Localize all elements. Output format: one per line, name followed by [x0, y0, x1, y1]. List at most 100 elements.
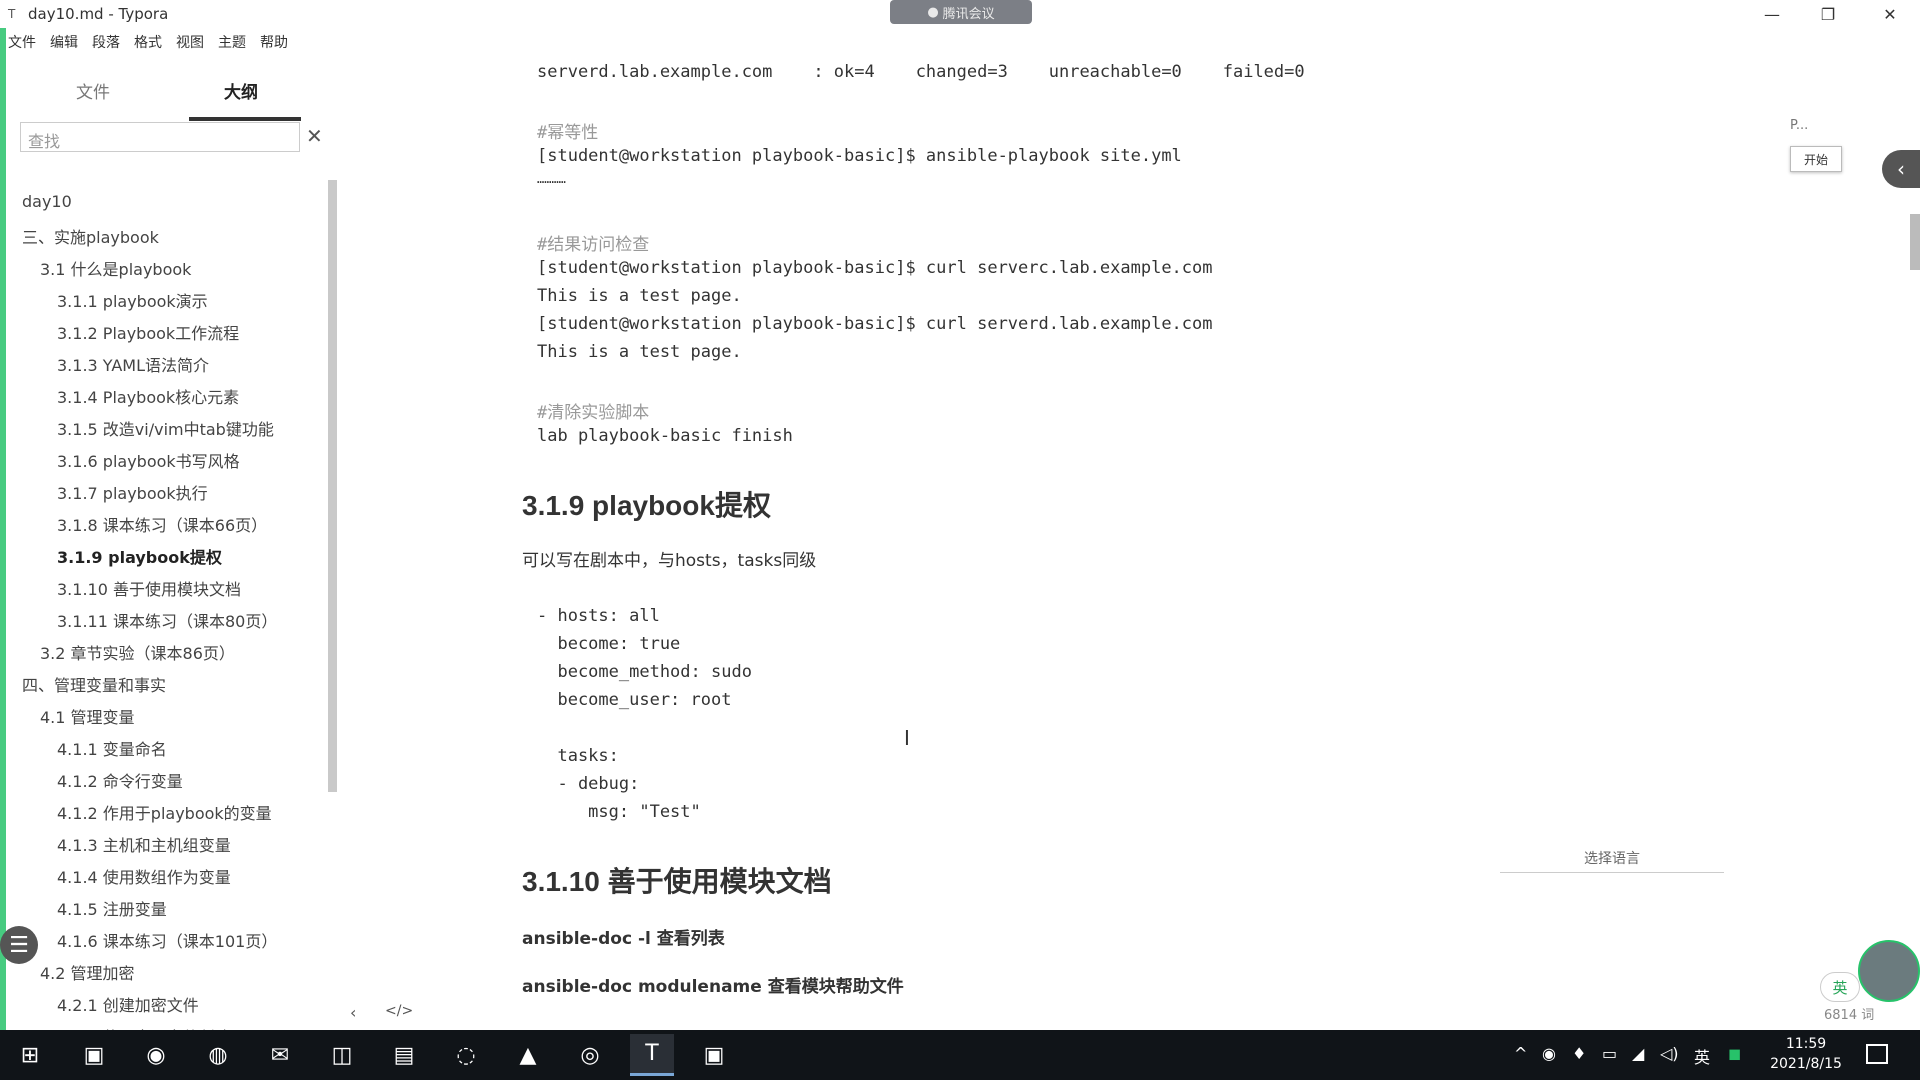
photos-app-icon[interactable]: ▲ — [506, 1034, 550, 1076]
word-count[interactable]: 6814 词 — [1824, 1004, 1874, 1023]
chevron-left-icon[interactable]: ‹ — [1882, 150, 1920, 188]
yaml-line: - debug: — [537, 774, 640, 794]
avatar[interactable] — [1858, 940, 1920, 1002]
outline-item[interactable]: 3.2 章节实验（课本86页） — [40, 640, 235, 664]
app-thumbnail-icon[interactable]: ▣ — [72, 1034, 116, 1076]
outline-item[interactable]: 4.2 管理加密 — [40, 960, 135, 984]
editor-scrollbar[interactable] — [1910, 214, 1920, 270]
outline-item[interactable]: 4.1.2 命令行变量 — [57, 768, 183, 792]
paragraph: ansible-doc modulename 查看模块帮助文件 — [522, 977, 904, 997]
language-divider — [1500, 872, 1724, 873]
code-line: [student@workstation playbook-basic]$ an… — [537, 146, 1182, 166]
menu-view[interactable]: 视图 — [176, 32, 204, 52]
outline-item[interactable]: 3.1.11 课本练习（课本80页） — [57, 608, 277, 632]
minimize-button[interactable]: — — [1744, 0, 1800, 28]
chevron-up-icon[interactable]: ^ — [1514, 1044, 1527, 1063]
volume-icon[interactable]: ◁) — [1660, 1044, 1679, 1063]
outline-item[interactable]: 3.1.4 Playbook核心元素 — [57, 384, 239, 408]
outline-item[interactable]: 3.1.1 playbook演示 — [57, 288, 208, 312]
yaml-line: become_method: sudo — [537, 662, 752, 682]
outline-item[interactable]: 4.1.1 变量命名 — [57, 736, 167, 760]
yaml-line: - hosts: all — [537, 606, 660, 626]
typora-app-icon: T — [8, 7, 16, 21]
menu-theme[interactable]: 主题 — [218, 32, 246, 52]
app-thumbnail-icon[interactable]: ▣ — [692, 1034, 736, 1076]
ime-indicator[interactable]: 英 — [1820, 972, 1860, 1002]
sidebar-scrollbar[interactable] — [328, 180, 337, 792]
code-line: This is a test page. — [537, 342, 742, 362]
tab-files[interactable]: 文件 — [76, 78, 110, 103]
vivaldi-icon[interactable]: ◉ — [134, 1034, 178, 1076]
clock-time: 11:59 — [1785, 1036, 1827, 1052]
active-tab-indicator — [189, 117, 301, 121]
clock[interactable]: 11:59 2021/8/15 — [1764, 1034, 1848, 1074]
code-comment: #结果访问检查 — [537, 235, 650, 255]
window-title: day10.md - Typora — [28, 5, 169, 23]
outline-item[interactable]: 3.1.7 playbook执行 — [57, 480, 208, 504]
typora-taskbar-icon[interactable]: T — [630, 1034, 674, 1076]
menu-paragraph[interactable]: 段落 — [92, 32, 120, 52]
paragraph: ansible-doc -l 查看列表 — [522, 929, 725, 949]
app-thumbnail-icon[interactable]: ▤ — [382, 1034, 426, 1076]
outline-item[interactable]: 4.1.3 主机和主机组变量 — [57, 832, 231, 856]
sidebar-toggle-icon[interactable]: ☰ — [0, 926, 38, 964]
outline-item[interactable]: 3.1.5 改造vi/vim中tab键功能 — [57, 416, 274, 440]
meeting-badge[interactable]: ● 腾讯会议 — [890, 0, 1032, 24]
outline-item[interactable]: 3.1.2 Playbook工作流程 — [57, 320, 239, 344]
code-line: [student@workstation playbook-basic]$ cu… — [537, 314, 1213, 334]
tray-app-icon[interactable]: ◉ — [1542, 1044, 1556, 1063]
wechat-icon[interactable]: ✉ — [258, 1034, 302, 1076]
music-app-icon[interactable]: ◎ — [568, 1034, 612, 1076]
outline-item[interactable]: 三、实施playbook — [22, 224, 159, 248]
start-button[interactable]: 开始 — [1790, 146, 1842, 172]
notification-icon[interactable] — [1866, 1044, 1888, 1064]
menu-file[interactable]: 文件 — [8, 32, 36, 52]
outline-item[interactable]: 3.1.8 课本练习（课本66页） — [57, 512, 267, 536]
outline-item[interactable]: 3.1 什么是playbook — [40, 256, 191, 280]
code-comment: #幂等性 — [537, 123, 599, 143]
outline-item[interactable]: 4.1.5 注册变量 — [57, 896, 167, 920]
menu-bar: 文件 编辑 段落 格式 视图 主题 帮助 — [0, 30, 288, 54]
yaml-line: become: true — [537, 634, 681, 654]
outline-item[interactable]: 4.1 管理变量 — [40, 704, 135, 728]
menu-edit[interactable]: 编辑 — [50, 32, 78, 52]
remote-app-icon[interactable]: ◫ — [320, 1034, 364, 1076]
input-language[interactable]: 英 — [1694, 1044, 1710, 1068]
outline-item[interactable]: 4.1.6 课本练习（课本101页） — [57, 928, 277, 952]
microphone-icon[interactable]: ♦ — [1572, 1044, 1586, 1063]
snail-app-icon[interactable]: ◌ — [444, 1034, 488, 1076]
code-line: [student@workstation playbook-basic]$ cu… — [537, 258, 1213, 278]
paragraph: 可以写在剧本中，与hosts，tasks同级 — [522, 551, 817, 571]
floating-panel-label: P... — [1790, 118, 1809, 133]
outline-item[interactable]: day10 — [22, 192, 72, 211]
editor-area[interactable]: serverd.lab.example.com : ok=4 changed=3… — [340, 56, 1900, 1030]
outline-item[interactable]: 4.1.4 使用数组作为变量 — [57, 864, 231, 888]
windows-start-icon[interactable]: ⊞ — [8, 1034, 52, 1076]
code-line: serverd.lab.example.com : ok=4 changed=3… — [537, 62, 1305, 82]
text-cursor-icon: I — [904, 726, 910, 750]
close-button[interactable]: ✕ — [1862, 0, 1918, 28]
outline-item[interactable]: 4.1.2 作用于playbook的变量 — [57, 800, 272, 824]
battery-icon[interactable]: ▭ — [1602, 1044, 1617, 1063]
network-icon[interactable]: ◢ — [1632, 1044, 1644, 1063]
select-language-label[interactable]: 选择语言 — [1584, 848, 1640, 868]
tray-green-app-icon[interactable]: ◼ — [1728, 1044, 1741, 1063]
outline-item[interactable]: 3.1.10 善于使用模块文档 — [57, 576, 241, 600]
outline-item-active[interactable]: 3.1.9 playbook提权 — [57, 544, 222, 568]
outline-item[interactable]: 4.2.1 创建加密文件 — [57, 992, 199, 1016]
tab-outline[interactable]: 大纲 — [224, 78, 258, 103]
outline-item[interactable]: 四、管理变量和事实 — [22, 672, 166, 696]
meeting-icon: ● — [927, 4, 939, 20]
outline-item[interactable]: 3.1.3 YAML语法简介 — [57, 352, 209, 376]
browser-icon[interactable]: ◍ — [196, 1034, 240, 1076]
code-comment: #清除实验脚本 — [537, 403, 650, 423]
outline-item[interactable]: 3.1.6 playbook书写风格 — [57, 448, 240, 472]
sidebar: 文件 大纲 查找 ✕ day10 三、实施playbook 3.1 什么是pla… — [6, 62, 337, 1036]
menu-format[interactable]: 格式 — [134, 32, 162, 52]
menu-help[interactable]: 帮助 — [260, 32, 288, 52]
close-icon[interactable]: ✕ — [306, 124, 323, 148]
heading-3-1-9: 3.1.9 playbook提权 — [522, 490, 771, 521]
restore-button[interactable]: ❐ — [1800, 0, 1856, 28]
outline-search-input[interactable]: 查找 — [20, 122, 300, 152]
code-line: lab playbook-basic finish — [537, 426, 793, 446]
